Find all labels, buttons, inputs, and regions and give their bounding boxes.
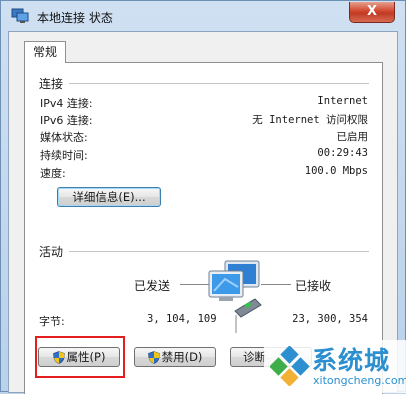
connection-group-label: 连接 — [39, 77, 64, 91]
bytes-received-value: 23, 300, 354 — [292, 313, 368, 325]
activity-group-label: 活动 — [39, 245, 64, 259]
watermark-name: 系统城 — [312, 346, 391, 375]
title-bar: 本地连接 状态 X — [1, 1, 405, 31]
connection-divider — [69, 83, 369, 84]
speed-value: 100.0 Mbps — [304, 165, 368, 177]
ipv4-value: Internet — [317, 95, 368, 107]
duration-label: 持续时间: — [40, 149, 88, 162]
watermark-url: xitongcheng.com — [313, 374, 406, 387]
ipv6-label: IPv6 连接: — [40, 114, 93, 127]
network-connection-icon — [11, 8, 29, 23]
details-button[interactable]: 详细信息(E)... — [57, 187, 161, 207]
ipv6-value: 无 Internet 访问权限 — [252, 114, 368, 126]
status-window: 本地连接 状态 X 常规 连接 IPv4 连接: Internet IPv6 连… — [0, 0, 406, 394]
sent-label: 已发送 — [134, 279, 171, 293]
disable-button[interactable]: 禁用(D) — [134, 347, 216, 367]
tab-general[interactable]: 常规 — [24, 41, 66, 63]
speed-label: 速度: — [40, 167, 66, 180]
media-state-value: 已启用 — [336, 131, 369, 143]
bytes-sent-value: 3, 104, 109 — [147, 313, 217, 325]
uac-shield-icon — [147, 351, 160, 364]
media-state-label: 媒体状态: — [40, 131, 88, 144]
activity-divider — [69, 251, 369, 252]
ipv4-label: IPv4 连接: — [40, 97, 93, 110]
disable-label: 禁用(D) — [161, 350, 203, 364]
close-button[interactable]: X — [349, 2, 395, 23]
duration-value: 00:29:43 — [317, 147, 368, 159]
window-title: 本地连接 状态 — [37, 11, 113, 25]
watermark: 系统城 xitongcheng.com — [264, 340, 406, 393]
watermark-logo-icon — [270, 346, 310, 386]
received-label: 已接收 — [295, 279, 332, 293]
highlight-box — [35, 336, 125, 378]
bytes-label: 字节: — [39, 315, 65, 328]
